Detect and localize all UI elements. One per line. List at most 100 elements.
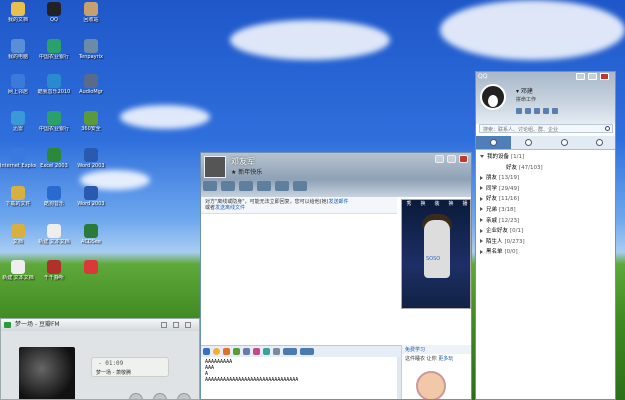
search-icon[interactable] xyxy=(605,126,610,131)
tab-discussions[interactable] xyxy=(547,136,582,149)
desktop-icon[interactable]: 下载的文件 xyxy=(0,186,36,207)
desktop-icon[interactable]: 我的文档 xyxy=(0,2,36,23)
play-button[interactable] xyxy=(153,393,167,399)
mail-icon[interactable] xyxy=(516,108,522,114)
minimize-button[interactable] xyxy=(588,73,597,80)
desktop-icon[interactable]: ACDSee xyxy=(73,224,109,245)
playback-time: - 01:09 xyxy=(98,360,124,367)
tab-contacts[interactable] xyxy=(476,136,512,149)
desktop-icon[interactable]: 中国农业银行 xyxy=(36,39,72,60)
chat-window[interactable]: 邓友军 ★ 新年快乐 对方"离线或隐身"，可能无法立即回复，您可以给他(她)发送… xyxy=(200,152,472,400)
contact-avatar[interactable] xyxy=(204,156,226,178)
contact-group[interactable]: 兄弟 [3/18] xyxy=(476,205,615,216)
desktop-icon[interactable]: QQ xyxy=(36,2,72,23)
desktop-icon[interactable]: 中国农业银行 xyxy=(36,111,72,132)
desktop-icon[interactable]: Word 2003 xyxy=(73,186,109,207)
ad-image[interactable] xyxy=(416,371,446,399)
voice-message-icon[interactable] xyxy=(243,348,250,355)
minimize-button[interactable] xyxy=(435,155,444,163)
ad-panel[interactable]: 免费学习 这件睡衣 让你 更多玩 xyxy=(401,345,471,399)
message-area[interactable]: 对方"离线或隐身"，可能无法立即回复，您可以给他(她)发送邮件 或者发送离线文件… xyxy=(201,197,471,345)
emoji-icon[interactable] xyxy=(213,348,220,355)
contact-group[interactable]: 黑名单 [0/0] xyxy=(476,247,615,258)
show-tab[interactable]: 播 xyxy=(462,200,467,208)
desktop-icon[interactable]: Internet Explorer xyxy=(0,148,36,169)
desktop-icon[interactable]: 新建 文本文档 xyxy=(36,224,72,245)
close-button[interactable] xyxy=(459,155,468,163)
desktop-icon[interactable]: 酷我音乐2010 xyxy=(36,74,72,95)
tab-groups[interactable] xyxy=(511,136,546,149)
minimize-button[interactable] xyxy=(161,322,167,328)
search-input[interactable]: 搜索：联系人、讨论组、群、企业 xyxy=(479,124,613,133)
video-icon[interactable] xyxy=(203,181,217,191)
username[interactable]: ▾ 邓建 xyxy=(516,86,533,95)
font-icon[interactable] xyxy=(203,348,210,355)
skin-button[interactable] xyxy=(576,73,585,80)
weibo-icon[interactable] xyxy=(543,108,549,114)
paint-icon[interactable] xyxy=(253,348,260,355)
contact-group[interactable]: 亲戚 [12/23] xyxy=(476,216,615,227)
group-count: [12/23] xyxy=(499,217,520,224)
screen-icon[interactable] xyxy=(275,181,289,191)
show-tab[interactable]: 换 xyxy=(448,200,453,208)
zone-icon[interactable] xyxy=(525,108,531,114)
tab-recent[interactable] xyxy=(582,136,615,149)
desktop-icon[interactable]: Tenpayrix xyxy=(73,39,109,60)
contact-group[interactable]: 我的设备 [1/1] xyxy=(476,152,615,163)
show-tab[interactable]: 装 xyxy=(434,200,439,208)
previous-button[interactable] xyxy=(129,393,143,399)
music-icon[interactable] xyxy=(300,348,314,355)
desktop-icon[interactable] xyxy=(73,260,109,275)
desktop-icon[interactable]: 回收站 xyxy=(73,2,109,23)
desktop-icon[interactable]: 网上邻居 xyxy=(0,74,36,95)
ad-title[interactable]: 免费学习 xyxy=(402,345,471,354)
desktop-icon[interactable]: 新建 文本文档 xyxy=(0,260,36,281)
remote-assist-icon[interactable] xyxy=(257,181,271,191)
desktop-icon[interactable]: 千千静听 xyxy=(36,260,72,281)
desktop-icon[interactable]: Word 2003 xyxy=(73,148,109,169)
gift-icon[interactable] xyxy=(263,348,270,355)
image-icon[interactable] xyxy=(273,348,280,355)
message-input[interactable]: AAAAAAAAA AAA A AAAAAAAAAAAAAAAAAAAAAAAA… xyxy=(201,357,397,399)
magic-icon[interactable] xyxy=(223,348,230,355)
screenshot-icon[interactable] xyxy=(283,348,297,355)
send-email-link[interactable]: 发送邮件 xyxy=(329,199,349,205)
user-status[interactable]: 拼命工作 xyxy=(516,96,536,103)
desktop-icon[interactable]: 酷狗音乐 xyxy=(36,186,72,207)
send-offline-file-link[interactable]: 发送离线文件 xyxy=(215,205,245,211)
contact-group[interactable]: 陌生人 [0/273] xyxy=(476,237,615,248)
desktop-icon[interactable]: 360安全 xyxy=(73,111,109,132)
contact-group[interactable]: 好友 [47/103] xyxy=(476,163,615,174)
shake-icon[interactable] xyxy=(233,348,240,355)
desktop-icon-label: QQ xyxy=(50,17,58,23)
file-transfer-icon[interactable] xyxy=(239,181,253,191)
desktop-icon[interactable]: 文档 xyxy=(0,224,36,245)
news-icon[interactable] xyxy=(552,108,558,114)
close-button[interactable] xyxy=(185,322,191,328)
contact-group[interactable]: 好友 [11/16] xyxy=(476,194,615,205)
contact-show-image[interactable]: 秀 换 装 换 播 SOSO xyxy=(401,199,471,309)
qq-main-panel[interactable]: QQ ▾ 邓建 拼命工作 搜索：联系人、讨论组、群、企业 我的设备 [1/1] … xyxy=(475,71,616,400)
next-button[interactable] xyxy=(177,393,191,399)
desktop-icon[interactable]: AudioMgr xyxy=(73,74,109,95)
close-button[interactable] xyxy=(600,73,609,80)
contact-name: 邓友军 xyxy=(231,157,255,166)
contact-group[interactable]: 朋友 [13/19] xyxy=(476,173,615,184)
contact-group[interactable]: 企业好友 [0/1] xyxy=(476,226,615,237)
user-avatar[interactable] xyxy=(480,84,506,110)
music-player[interactable]: 梦一场 - 豆瓣FM - 01:09 梦一场 - 萧敬腾 xyxy=(0,318,200,400)
desktop-icon-label: AudioMgr xyxy=(79,89,103,95)
maximize-button[interactable] xyxy=(447,155,456,163)
desktop-icon[interactable]: 迅雷 xyxy=(0,111,36,132)
show-tab[interactable]: 换 xyxy=(420,200,425,208)
desktop-icon-label: 360安全 xyxy=(81,126,101,132)
wallet-icon[interactable] xyxy=(534,108,540,114)
contact-group[interactable]: 同学 [29/49] xyxy=(476,184,615,195)
show-tab[interactable]: 秀 xyxy=(406,200,411,208)
voice-icon[interactable] xyxy=(221,181,235,191)
desktop-icon[interactable]: Excel 2003 xyxy=(36,148,72,169)
desktop-icon[interactable]: 我的电脑 xyxy=(0,39,36,60)
maximize-button[interactable] xyxy=(173,322,179,328)
apps-icon[interactable] xyxy=(293,181,307,191)
ad-more-link[interactable]: 更多玩 xyxy=(438,356,453,362)
